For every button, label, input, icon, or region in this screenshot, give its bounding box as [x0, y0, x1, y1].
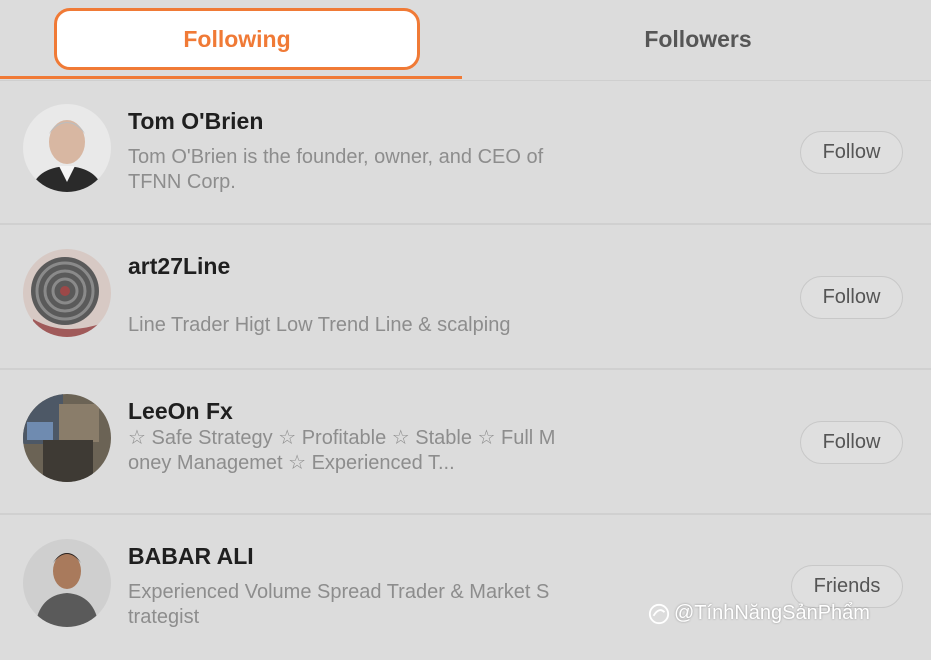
tab-following[interactable]: Following: [54, 8, 420, 70]
list-item[interactable]: art27Line Line Trader Higt Low Trend Lin…: [0, 225, 931, 370]
user-list: Tom O'Brien Tom O'Brien is the founder, …: [0, 80, 931, 660]
list-item[interactable]: Tom O'Brien Tom O'Brien is the founder, …: [0, 80, 931, 225]
user-description: Tom O'Brien is the founder, owner, and C…: [128, 146, 544, 193]
tab-followers[interactable]: Followers: [465, 8, 931, 70]
follow-button[interactable]: Follow: [800, 276, 903, 319]
user-name[interactable]: Tom O'Brien: [128, 108, 263, 135]
avatar[interactable]: [23, 539, 111, 627]
watermark-text: @TínhNăngSảnPhẩm: [674, 602, 870, 624]
user-description: ☆ Safe Strategy ☆ Profitable ☆ Stable ☆ …: [128, 427, 556, 474]
list-item[interactable]: BABAR ALI Experienced Volume Spread Trad…: [0, 515, 931, 660]
tab-followers-label: Followers: [644, 25, 752, 52]
user-name[interactable]: art27Line: [128, 253, 230, 280]
avatar[interactable]: [23, 249, 111, 337]
friends-button-label: Friends: [813, 575, 881, 597]
watermark: @TínhNăngSảnPhẩm: [648, 602, 870, 625]
user-name[interactable]: BABAR ALI: [128, 543, 254, 570]
avatar[interactable]: [23, 104, 111, 192]
list-item[interactable]: LeeOn Fx ☆ Safe Strategy ☆ Profitable ☆ …: [0, 370, 931, 515]
follow-button[interactable]: Follow: [800, 421, 903, 464]
avatar[interactable]: [23, 394, 111, 482]
brand-logo-icon: [648, 603, 670, 624]
follow-button-label: Follow: [822, 286, 881, 308]
user-description: Experienced Volume Spread Trader & Marke…: [128, 581, 550, 628]
user-name[interactable]: LeeOn Fx: [128, 398, 233, 425]
user-description: Line Trader Higt Low Trend Line & scalpi…: [128, 314, 511, 336]
follow-button-label: Follow: [822, 141, 881, 163]
follow-button[interactable]: Follow: [800, 131, 903, 174]
active-tab-indicator: [0, 76, 462, 79]
tab-following-label: Following: [183, 25, 291, 52]
tab-bar: Following Followers: [0, 0, 931, 81]
follow-button-label: Follow: [822, 431, 881, 453]
